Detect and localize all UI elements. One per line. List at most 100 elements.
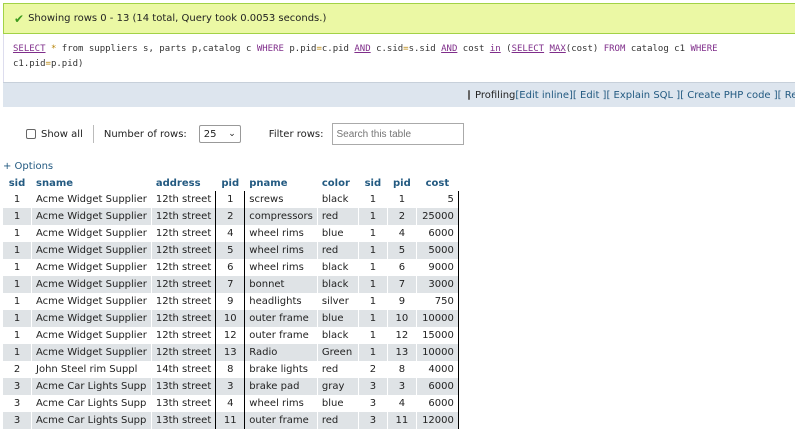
table-cell-address: 12th street — [150, 207, 217, 225]
sql-token: SELECT — [511, 44, 545, 54]
column-header-cost[interactable]: cost — [415, 175, 459, 191]
table-cell-pid: 8 — [215, 360, 246, 378]
options-link[interactable]: + Options — [3, 161, 53, 172]
table-cell-cost: 5 — [415, 190, 459, 208]
sql-token: SELECT — [13, 44, 46, 54]
sql-token: p.pid — [283, 44, 317, 54]
column-header-address[interactable]: address — [150, 175, 217, 191]
table-cell-pid: 7 — [386, 275, 417, 293]
table-row[interactable]: 2 John Steel rim Suppl 14th street 8 brake l… — [2, 360, 459, 378]
table-cell-pid: 5 — [386, 241, 417, 259]
table-row[interactable]: 1 Acme Widget Supplier 12th street 6 wheel r… — [2, 258, 459, 276]
table-cell-pid: 10 — [215, 309, 246, 327]
table-cell-sname: Acme Car Lights Supp — [31, 394, 152, 412]
table-row[interactable]: 1 Acme Widget Supplier 12th street 7 bonnet b… — [2, 275, 459, 293]
table-cell-pid: 10 — [386, 309, 417, 327]
table-body: 1 Acme Widget Supplier 12th street 1 screws b… — [2, 190, 459, 429]
explain-sql-link[interactable]: [ Explain SQL ] — [606, 90, 680, 101]
sql-token: c.sid — [370, 44, 404, 54]
table-cell-cost: 6000 — [415, 377, 459, 395]
table-cell-pid: 13 — [386, 343, 417, 361]
sql-token: FROM — [603, 44, 626, 54]
table-cell-address: 12th street — [150, 241, 217, 259]
filter-rows-input[interactable] — [331, 123, 464, 145]
table-cell-sid: 1 — [357, 258, 388, 276]
table-row[interactable]: 1 Acme Widget Supplier 12th street 10 outer … — [2, 309, 459, 327]
create-php-code-link[interactable]: [ Create PHP code ] — [680, 90, 777, 101]
table-cell-pname: bonnet — [244, 275, 318, 293]
sql-token: s.sid — [408, 44, 442, 54]
profiling-checkbox[interactable] — [468, 90, 470, 100]
table-cell-sid: 1 — [357, 326, 388, 344]
table-cell-sname: Acme Widget Supplier — [31, 207, 152, 225]
table-cell-cost: 6000 — [415, 394, 459, 412]
show-all-checkbox[interactable] — [26, 129, 36, 139]
show-all-label: Show all — [41, 128, 83, 140]
table-cell-sname: Acme Widget Supplier — [31, 275, 152, 293]
table-cell-sname: Acme Widget Supplier — [31, 190, 152, 208]
table-row[interactable]: 1 Acme Widget Supplier 12th street 1 screws b… — [2, 190, 459, 208]
table-row[interactable]: 3 Acme Car Lights Supp 13th street 3 brake p… — [2, 377, 459, 395]
sql-token: WHERE — [256, 44, 284, 54]
table-cell-pname: screws — [244, 190, 318, 208]
column-header-pid[interactable]: pid — [386, 175, 417, 191]
query-toolbar: Profiling [Edit inline] [ Edit ] [ Expla… — [3, 82, 795, 107]
table-row[interactable]: 1 Acme Widget Supplier 12th street 13 Radio G… — [2, 343, 459, 361]
column-header-sname[interactable]: sname — [31, 175, 152, 191]
sql-token: from suppliers s, parts p,catalog c — [56, 44, 257, 54]
table-cell-pid: 2 — [215, 207, 246, 225]
table-cell-cost: 6000 — [415, 224, 459, 242]
table-cell-cost: 10000 — [415, 309, 459, 327]
edit-inline-link[interactable]: [Edit inline] — [515, 90, 573, 101]
table-cell-address: 12th street — [150, 326, 217, 344]
table-cell-pid: 11 — [215, 411, 246, 429]
table-cell-sname: Acme Widget Supplier — [31, 258, 152, 276]
table-cell-sid: 3 — [2, 394, 32, 412]
table-cell-color: gray — [316, 377, 359, 395]
table-cell-color: blue — [316, 394, 359, 412]
table-cell-color: black — [316, 258, 359, 276]
table-header-row: sid sname address pid pname color sid pid cost — [2, 175, 459, 191]
table-cell-address: 13th street — [150, 411, 217, 429]
table-row[interactable]: 1 Acme Widget Supplier 12th street 12 outer … — [2, 326, 459, 344]
table-cell-sid: 3 — [2, 377, 32, 395]
table-row[interactable]: 1 Acme Widget Supplier 12th street 5 wheel r… — [2, 241, 459, 259]
table-cell-pid: 4 — [386, 224, 417, 242]
table-cell-color: blue — [316, 224, 359, 242]
table-cell-pid: 7 — [215, 275, 246, 293]
table-cell-address: 12th street — [150, 275, 217, 293]
table-cell-sid: 1 — [357, 190, 388, 208]
sql-query-box: SELECT * from suppliers s, parts p,catal… — [3, 34, 795, 82]
sql-token: MAX — [549, 44, 566, 54]
table-row[interactable]: 3 Acme Car Lights Supp 13th street 11 outer … — [2, 411, 459, 429]
table-row[interactable]: 3 Acme Car Lights Supp 13th street 4 wheel r… — [2, 394, 459, 412]
table-cell-color: blue — [316, 309, 359, 327]
table-row[interactable]: 1 Acme Widget Supplier 12th street 9 headlig… — [2, 292, 459, 310]
table-cell-pname: Radio — [244, 343, 318, 361]
column-header-sid[interactable]: sid — [2, 175, 32, 191]
edit-link[interactable]: [ Edit ] — [573, 90, 607, 101]
table-cell-address: 12th street — [150, 292, 217, 310]
table-cell-pname: brake lights — [244, 360, 318, 378]
sql-token: c1.pid — [13, 59, 46, 69]
chevron-down-icon: ⌄ — [228, 129, 236, 139]
refresh-link[interactable]: [ Re — [778, 90, 795, 101]
table-cell-sid: 3 — [357, 411, 388, 429]
column-header-pid[interactable]: pid — [215, 175, 246, 191]
table-cell-pid: 12 — [215, 326, 246, 344]
table-row[interactable]: 1 Acme Widget Supplier 12th street 2 compres… — [2, 207, 459, 225]
column-header-pname[interactable]: pname — [244, 175, 318, 191]
table-cell-address: 14th street — [150, 360, 217, 378]
table-cell-pid: 4 — [386, 394, 417, 412]
column-header-color[interactable]: color — [316, 175, 359, 191]
column-header-sid[interactable]: sid — [357, 175, 388, 191]
table-cell-sid: 3 — [2, 411, 32, 429]
table-cell-color: black — [316, 275, 359, 293]
results-table: sid sname address pid pname color sid pid cost 1… — [2, 175, 459, 429]
table-cell-sid: 1 — [2, 207, 32, 225]
table-cell-sid: 1 — [357, 207, 388, 225]
table-cell-address: 13th street — [150, 394, 217, 412]
table-cell-pid: 1 — [386, 190, 417, 208]
table-row[interactable]: 1 Acme Widget Supplier 12th street 4 wheel r… — [2, 224, 459, 242]
rows-per-page-select[interactable]: 25 ⌄ — [198, 125, 241, 143]
